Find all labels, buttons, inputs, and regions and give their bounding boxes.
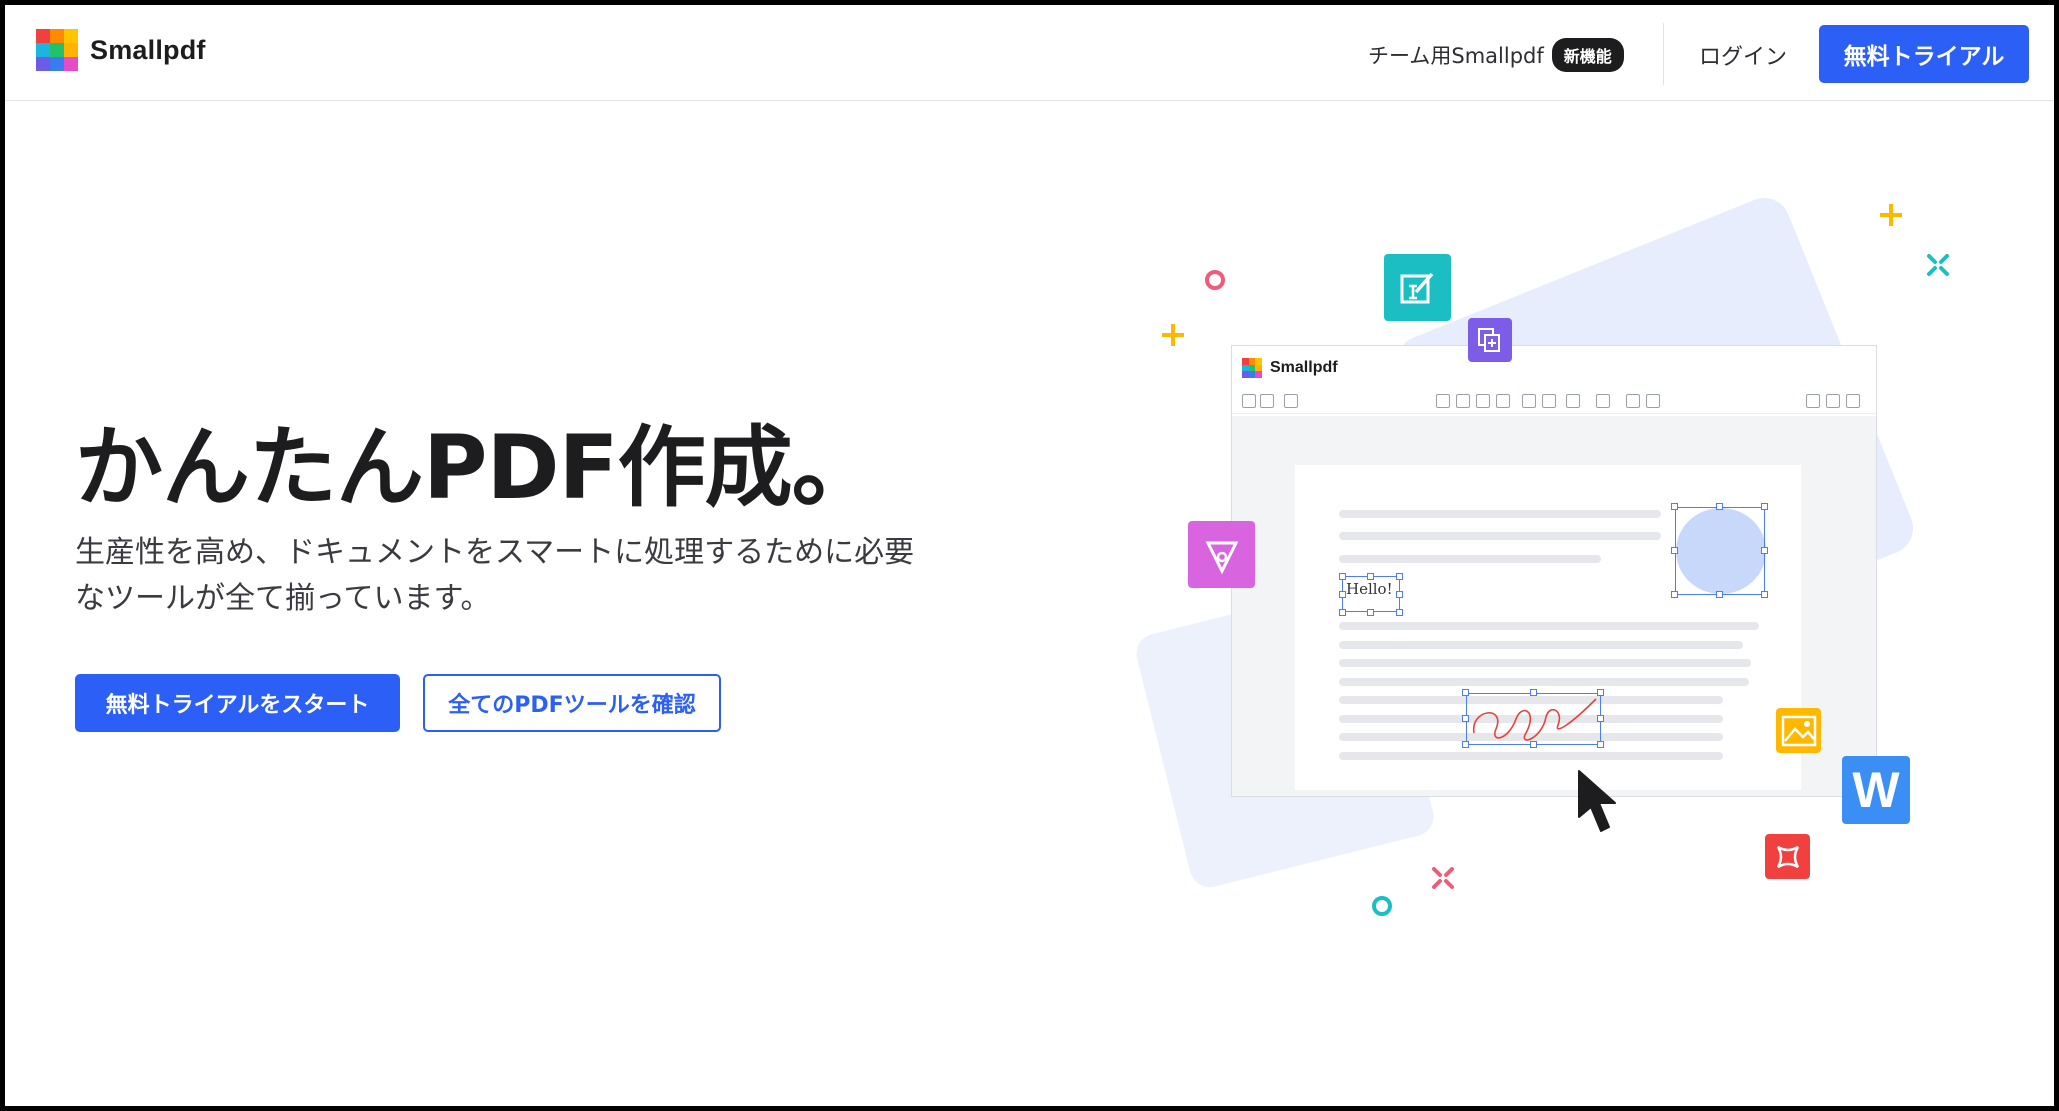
selection-handle (1597, 715, 1604, 722)
doc-text-line (1339, 555, 1601, 563)
hero-subtitle-line1: 生産性を高め、ドキュメントをスマートに処理するために必要 (75, 535, 915, 570)
word-letter: W (1852, 762, 1900, 818)
start-trial-button[interactable]: 無料トライアルをスタート (75, 674, 400, 732)
selection-handle (1716, 591, 1723, 598)
selection-handle (1396, 573, 1403, 580)
page-view-icon (1242, 394, 1256, 408)
sign-tool-icon (1646, 394, 1660, 408)
selection-handle (1761, 503, 1768, 510)
pen-nib-icon (1188, 521, 1255, 588)
selection-handle (1396, 609, 1403, 616)
doc-text-line (1339, 510, 1661, 518)
undo-icon (1806, 394, 1820, 408)
selection-handle (1597, 741, 1604, 748)
edit-text-icon (1384, 254, 1451, 321)
doc-text-line (1339, 641, 1743, 649)
image-tool-icon (1626, 394, 1640, 408)
selection-handle (1671, 503, 1678, 510)
login-link[interactable]: ログイン (1699, 39, 1787, 71)
doc-text-line (1339, 622, 1759, 630)
sparkle-plus-icon (1162, 324, 1184, 346)
selection-handle (1396, 591, 1403, 598)
stamp-icon (1542, 394, 1556, 408)
hello-text-annotation: Hello! (1346, 580, 1393, 598)
circle-selection-box (1675, 507, 1765, 595)
hero-subtitle-line2: なツールが全て揃っています。 (75, 581, 491, 616)
hero-title: かんたんPDF作成。 (75, 416, 880, 519)
selection-handle (1671, 547, 1678, 554)
selection-handle (1339, 573, 1346, 580)
view-all-tools-button[interactable]: 全てのPDFツールを確認 (423, 674, 721, 732)
sidebar-icon (1284, 394, 1298, 408)
team-link[interactable]: チーム用Smallpdf 新機能 (1368, 37, 1624, 73)
line-tool-icon (1596, 394, 1610, 408)
image-icon (1776, 708, 1821, 753)
highlighter-icon (1476, 394, 1490, 408)
shape-icon (1765, 834, 1810, 879)
doc-text-line (1339, 678, 1749, 686)
selection-handle (1339, 609, 1346, 616)
site-header: Smallpdf チーム用Smallpdf 新機能 ログイン 無料トライアル (5, 5, 2054, 101)
doc-text-line (1339, 532, 1661, 540)
text-tool-icon (1522, 394, 1536, 408)
smallpdf-logo-icon (1242, 358, 1262, 378)
app-logo: Smallpdf (1242, 358, 1338, 378)
doc-text-line (1339, 659, 1751, 667)
selection-handle (1462, 715, 1469, 722)
grid-view-icon (1260, 394, 1274, 408)
selection-handle (1462, 741, 1469, 748)
app-brand-name: Smallpdf (1270, 359, 1338, 376)
page-frame: Smallpdf チーム用Smallpdf 新機能 ログイン 無料トライアル か… (0, 0, 2059, 1111)
search-icon (1846, 394, 1860, 408)
sparkle-x-icon (1927, 254, 1949, 276)
selection-handle (1761, 591, 1768, 598)
shape-tool-icon (1566, 394, 1580, 408)
word-icon: W (1842, 756, 1910, 824)
selection-handle (1530, 689, 1537, 696)
team-link-label: チーム用Smallpdf (1368, 44, 1544, 68)
brand-logo[interactable]: Smallpdf (36, 29, 206, 71)
brand-name: Smallpdf (90, 34, 206, 65)
sparkle-x-icon (1432, 867, 1454, 889)
new-badge: 新機能 (1551, 38, 1624, 72)
app-toolbar (1232, 388, 1876, 414)
pen-tool-icon (1456, 394, 1470, 408)
doc-text-line (1339, 752, 1723, 760)
selection-handle (1671, 591, 1678, 598)
select-tool-icon (1436, 394, 1450, 408)
selection-handle (1339, 591, 1346, 598)
selection-handle (1367, 609, 1374, 616)
signature-scribble-icon (1473, 698, 1597, 741)
selection-handle (1761, 547, 1768, 554)
hero-subtitle: 生産性を高め、ドキュメントをスマートに処理するために必要 なツールが全て揃ってい… (75, 530, 995, 622)
eraser-icon (1496, 394, 1510, 408)
selection-handle (1597, 689, 1604, 696)
sparkle-ring-icon (1372, 896, 1392, 916)
redo-icon (1826, 394, 1840, 408)
cursor-icon (1578, 770, 1616, 832)
sparkle-plus-icon (1880, 204, 1902, 226)
sparkle-ring-icon (1205, 270, 1225, 290)
header-trial-button[interactable]: 無料トライアル (1819, 25, 2029, 83)
selection-handle (1716, 503, 1723, 510)
smallpdf-logo-icon (36, 29, 78, 71)
selection-handle (1462, 689, 1469, 696)
nav-divider (1663, 23, 1664, 85)
selection-handle (1367, 573, 1374, 580)
selection-handle (1530, 741, 1537, 748)
merge-icon (1468, 318, 1512, 362)
